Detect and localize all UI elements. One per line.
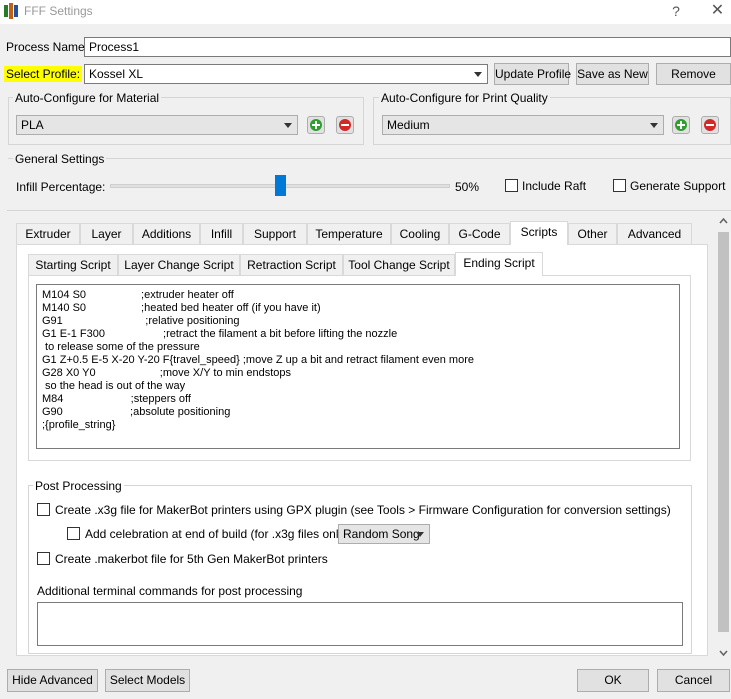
plus-icon xyxy=(310,119,322,131)
title-bar xyxy=(0,0,731,24)
generate-support-label: Generate Support xyxy=(630,179,726,193)
remove-quality-button[interactable] xyxy=(701,116,719,134)
create-x3g-label: Create .x3g file for MakerBot printers u… xyxy=(55,503,671,517)
close-button[interactable]: ✕ xyxy=(704,0,731,22)
add-quality-button[interactable] xyxy=(672,116,690,134)
material-select[interactable]: PLA xyxy=(16,115,298,135)
celebration-select-value: Random Song xyxy=(343,527,420,541)
ok-button[interactable]: OK xyxy=(577,669,649,692)
infill-percentage-label: Infill Percentage: xyxy=(16,180,106,194)
celebration-label: Add celebration at end of build (for .x3… xyxy=(85,527,349,541)
tab-support[interactable]: Support xyxy=(243,223,307,245)
chevron-down-icon xyxy=(284,123,292,128)
update-profile-button[interactable]: Update Profile xyxy=(494,63,571,85)
chevron-down-icon xyxy=(416,532,424,537)
minus-icon xyxy=(339,119,351,131)
terminal-commands-input[interactable] xyxy=(37,602,683,646)
process-name-input[interactable]: Process1 xyxy=(84,37,731,57)
hide-advanced-button[interactable]: Hide Advanced xyxy=(7,669,98,692)
include-raft-label: Include Raft xyxy=(522,179,587,193)
remove-material-button[interactable] xyxy=(336,116,354,134)
profile-select[interactable]: Kossel XL xyxy=(84,64,488,84)
infill-value: 50% xyxy=(455,180,480,194)
create-makerbot-label: Create .makerbot file for 5th Gen MakerB… xyxy=(55,552,328,566)
celebration-checkbox[interactable] xyxy=(67,527,80,540)
select-models-button[interactable]: Select Models xyxy=(105,669,190,692)
process-name-label: Process Name: xyxy=(6,40,89,54)
create-x3g-checkbox[interactable] xyxy=(37,503,50,516)
tab-cooling[interactable]: Cooling xyxy=(391,223,449,245)
generate-support-checkbox[interactable] xyxy=(613,179,626,192)
quality-select-value: Medium xyxy=(387,118,430,132)
remove-profile-button[interactable]: Remove xyxy=(656,63,731,85)
material-select-value: PLA xyxy=(21,118,44,132)
app-logo-icon xyxy=(4,3,18,19)
select-profile-label: Select Profile: xyxy=(4,66,83,82)
chevron-down-icon xyxy=(474,72,482,77)
subtab-starting-script[interactable]: Starting Script xyxy=(28,254,118,276)
tab-additions[interactable]: Additions xyxy=(133,223,200,245)
material-group-title: Auto-Configure for Material xyxy=(13,91,162,105)
scroll-down-icon[interactable] xyxy=(717,647,730,659)
window-title: FFF Settings xyxy=(24,4,93,18)
tab-layer[interactable]: Layer xyxy=(80,223,133,245)
cancel-button[interactable]: Cancel xyxy=(657,669,730,692)
ending-script-editor[interactable]: M104 S0 ;extruder heater off M140 S0 ;he… xyxy=(36,284,680,449)
subtab-retraction-script[interactable]: Retraction Script xyxy=(240,254,343,276)
tab-advanced[interactable]: Advanced xyxy=(617,223,692,245)
tab-g-code[interactable]: G-Code xyxy=(449,223,510,245)
help-button[interactable]: ? xyxy=(665,1,687,21)
subtab-layer-change-script[interactable]: Layer Change Script xyxy=(118,254,240,276)
quality-select[interactable]: Medium xyxy=(382,115,664,135)
subtab-tool-change-script[interactable]: Tool Change Script xyxy=(343,254,455,276)
tab-other[interactable]: Other xyxy=(568,223,617,245)
include-raft-checkbox[interactable] xyxy=(505,179,518,192)
add-material-button[interactable] xyxy=(307,116,325,134)
scrollbar-thumb[interactable] xyxy=(718,232,729,632)
plus-icon xyxy=(675,119,687,131)
post-processing-title: Post Processing xyxy=(33,479,124,493)
save-as-new-button[interactable]: Save as New xyxy=(576,63,649,85)
scroll-up-icon[interactable] xyxy=(717,215,730,227)
profile-select-value: Kossel XL xyxy=(89,67,144,81)
quality-group-title: Auto-Configure for Print Quality xyxy=(379,91,550,105)
tab-infill[interactable]: Infill xyxy=(200,223,243,245)
tab-temperature[interactable]: Temperature xyxy=(307,223,391,245)
chevron-down-icon xyxy=(650,123,658,128)
create-makerbot-checkbox[interactable] xyxy=(37,552,50,565)
terminal-commands-label: Additional terminal commands for post pr… xyxy=(37,584,303,598)
tab-extruder[interactable]: Extruder xyxy=(16,223,80,245)
infill-slider-thumb[interactable] xyxy=(275,175,286,196)
tab-scripts[interactable]: Scripts xyxy=(510,221,568,245)
general-settings-title: General Settings xyxy=(13,152,107,166)
minus-icon xyxy=(704,119,716,131)
celebration-select[interactable]: Random Song xyxy=(338,524,430,544)
subtab-ending-script[interactable]: Ending Script xyxy=(455,252,543,276)
